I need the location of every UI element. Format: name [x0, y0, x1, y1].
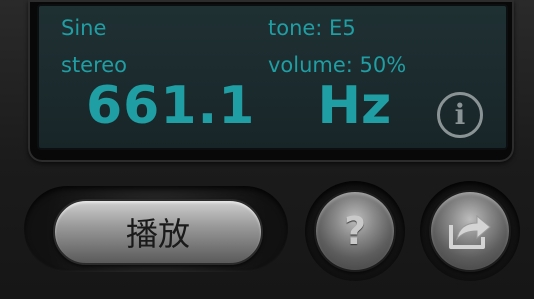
- waveform-label: Sine: [61, 16, 107, 40]
- share-button[interactable]: [429, 190, 511, 272]
- tone-label: tone: E5: [268, 16, 356, 40]
- tone-generator-panel: Sine tone: E5 stereo volume: 50% 661.1 H…: [0, 0, 534, 299]
- frequency-unit: Hz: [317, 76, 392, 136]
- info-button[interactable]: i: [437, 92, 483, 138]
- frequency-value: 661.1: [86, 76, 256, 136]
- channel-mode-label: stereo: [61, 53, 128, 77]
- volume-label: volume: 50%: [268, 53, 407, 77]
- frequency-readout: 661.1 Hz: [86, 76, 391, 146]
- play-button[interactable]: 播放: [53, 199, 263, 265]
- help-button[interactable]: ?: [314, 190, 396, 272]
- share-icon: [449, 214, 491, 249]
- question-icon: ?: [343, 209, 367, 253]
- lcd-display: Sine tone: E5 stereo volume: 50% 661.1 H…: [37, 4, 508, 150]
- play-button-label: 播放: [125, 215, 190, 253]
- info-icon: i: [454, 98, 466, 131]
